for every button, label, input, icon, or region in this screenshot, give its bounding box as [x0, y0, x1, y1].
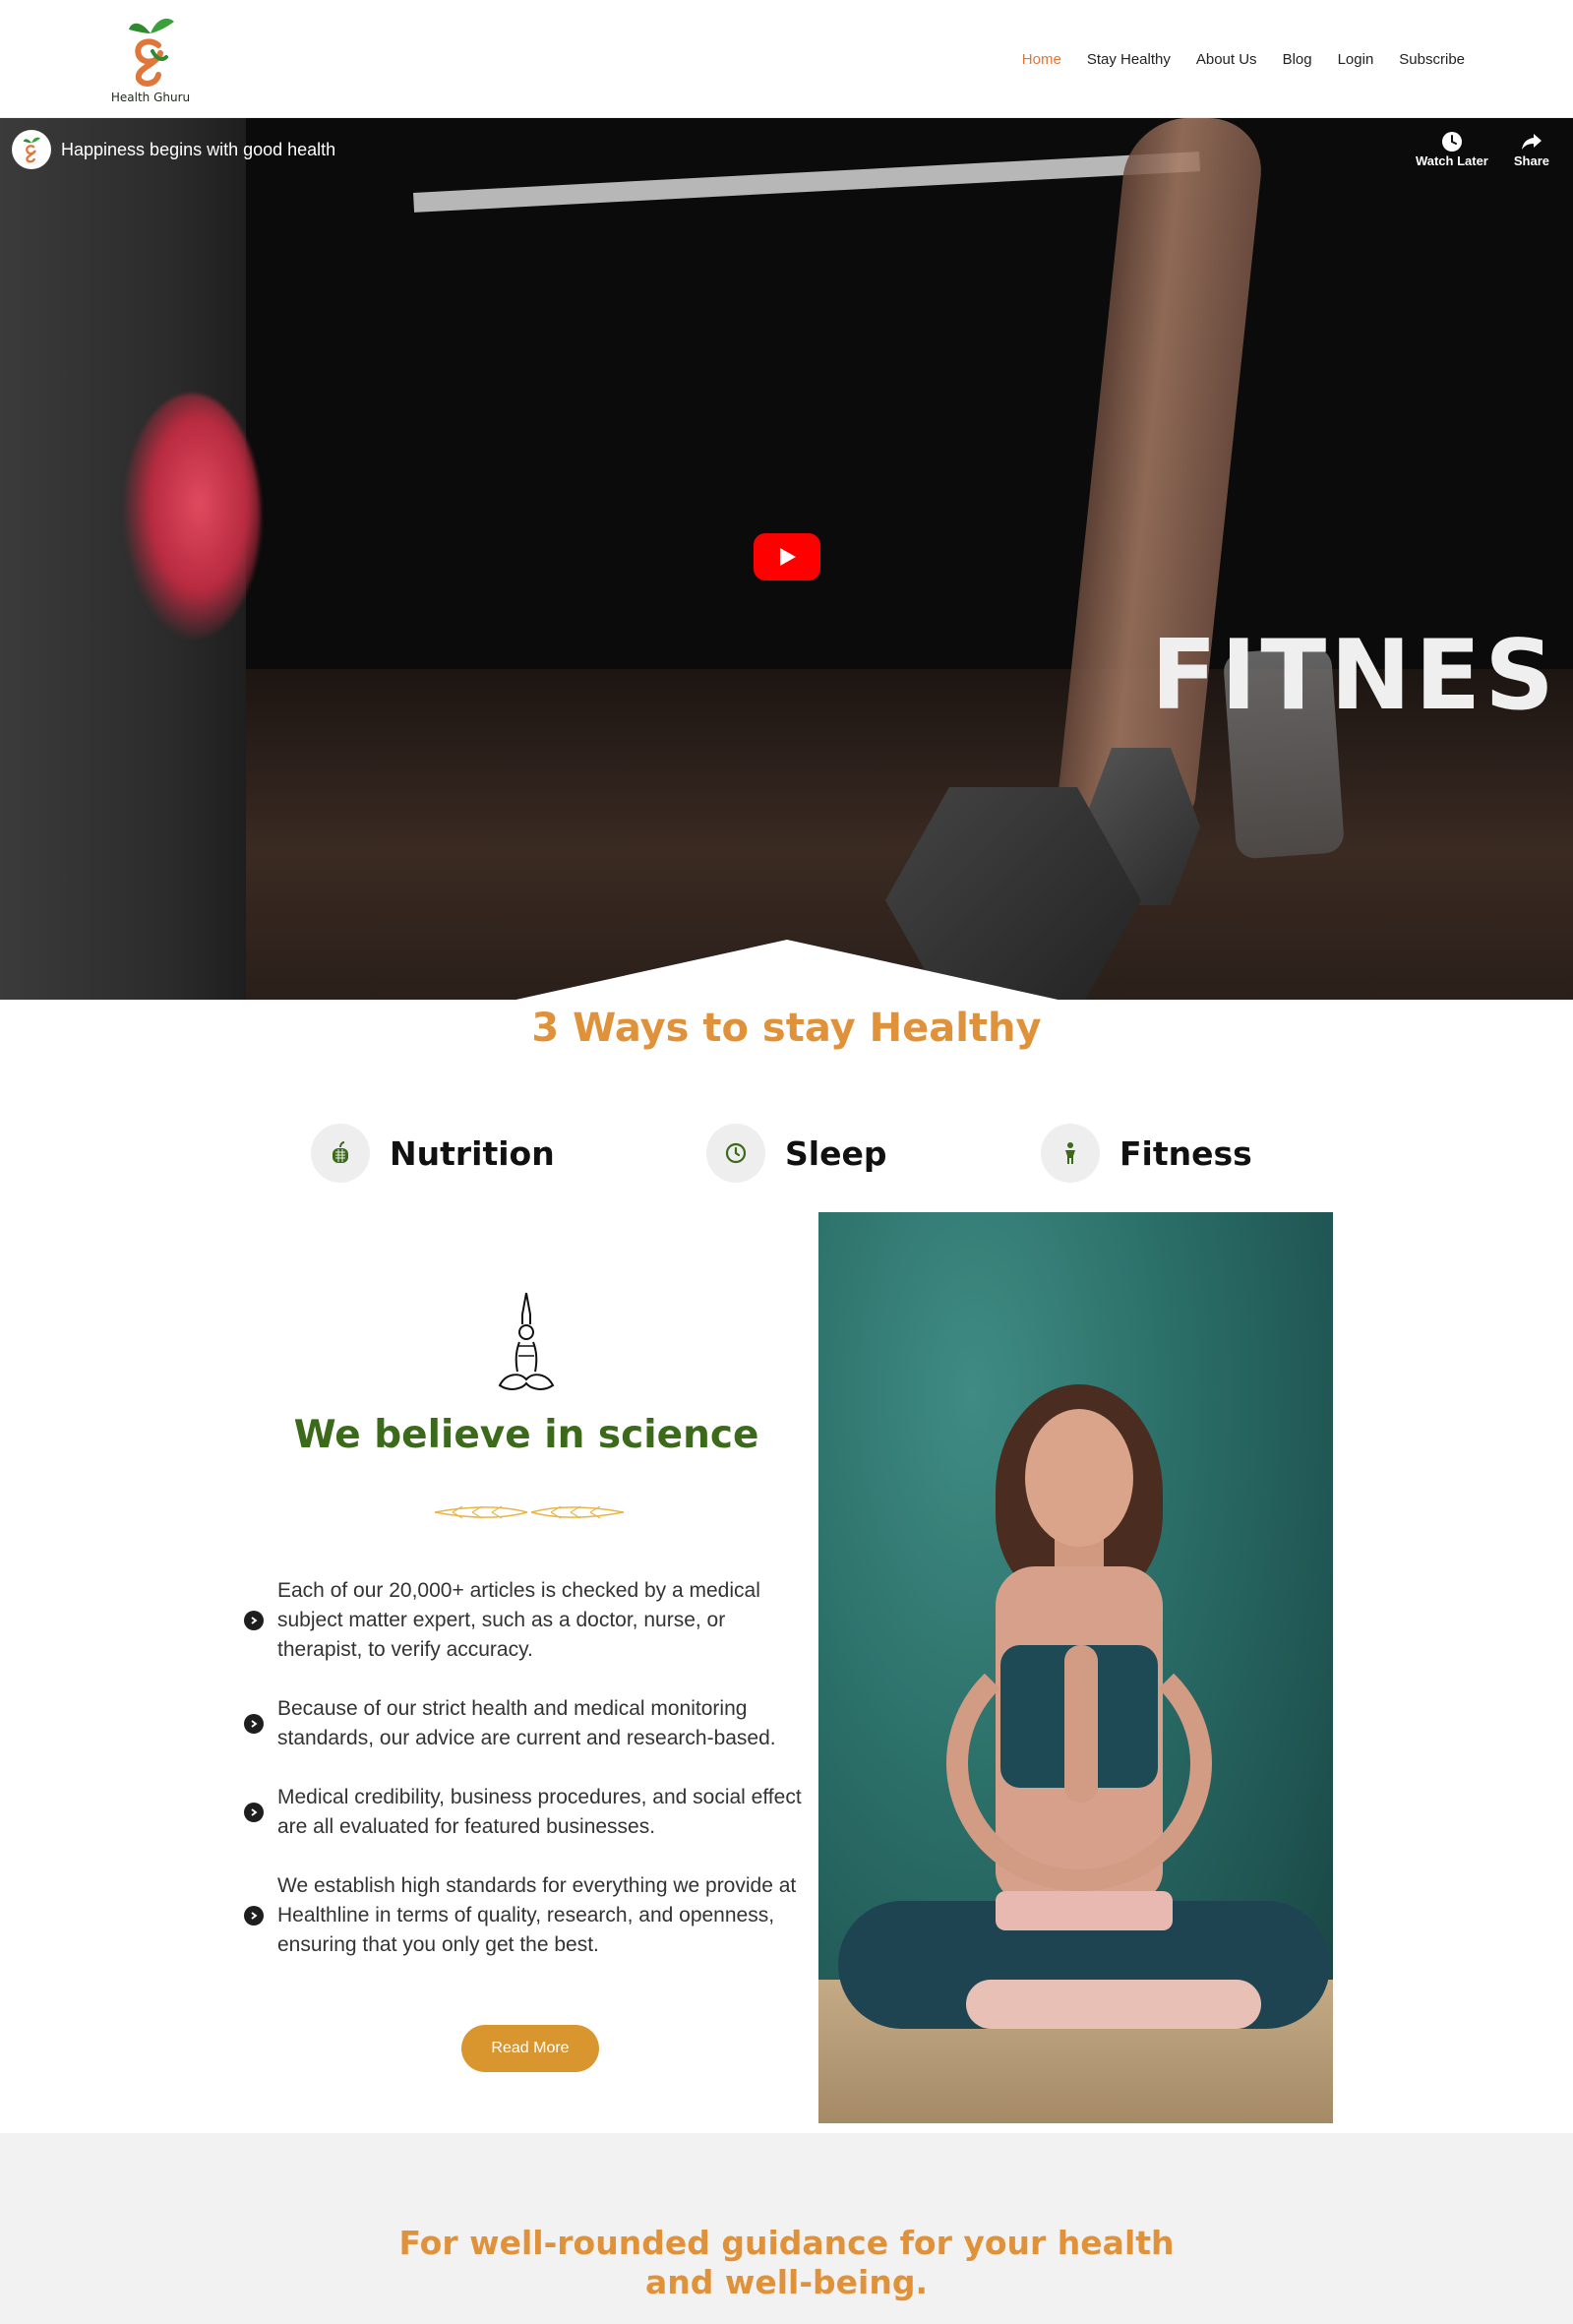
chevron-right-icon — [244, 1906, 264, 1926]
apple-icon — [333, 1141, 348, 1163]
yoga-head — [1025, 1409, 1133, 1547]
video-bg-flower — [123, 394, 261, 640]
list-item: Medical credibility, business procedures… — [244, 1783, 805, 1842]
logo-text: Health Ghuru — [110, 91, 191, 104]
watch-later-button[interactable]: Watch Later — [1416, 130, 1488, 168]
guidance-heading: For well-rounded guidance for your healt… — [0, 2224, 1573, 2302]
nav-stay-healthy[interactable]: Stay Healthy — [1087, 51, 1171, 68]
person-icon — [1065, 1142, 1075, 1164]
bullet-text: Each of our 20,000+ articles is checked … — [277, 1579, 760, 1661]
science-section: We believe in science Each of our 20,000… — [236, 1212, 1333, 2123]
list-item: We establish high standards for everythi… — [244, 1871, 805, 1960]
guidance-line-2: and well-being. — [644, 2263, 929, 2301]
logo-mark-icon — [129, 18, 174, 87]
nav-home[interactable]: Home — [1022, 51, 1061, 68]
way-label: Fitness — [1119, 1133, 1252, 1173]
bullet-text: Because of our strict health and medical… — [277, 1697, 776, 1749]
guidance-band: For well-rounded guidance for your healt… — [0, 2133, 1573, 2324]
ways-list: Nutrition Sleep Fitness — [0, 1124, 1573, 1183]
share-button[interactable]: Share — [1514, 130, 1549, 168]
play-icon — [780, 548, 796, 566]
list-item: Each of our 20,000+ articles is checked … — [244, 1576, 805, 1665]
video-actions: Watch Later Share — [1416, 130, 1549, 168]
way-label: Sleep — [785, 1133, 887, 1173]
nav-subscribe[interactable]: Subscribe — [1399, 51, 1465, 68]
video-bg-bar — [413, 152, 1200, 213]
way-sleep[interactable]: Sleep — [706, 1124, 886, 1183]
video-overlay-word: FITNES — [1151, 620, 1558, 732]
logo[interactable]: Health Ghuru — [106, 12, 195, 110]
chevron-right-icon — [244, 1714, 264, 1734]
chevron-right-icon — [244, 1803, 264, 1822]
ways-heading: 3 Ways to stay Healthy — [531, 1006, 1042, 1051]
yoga-image — [818, 1212, 1333, 2123]
meditation-icon — [498, 1292, 555, 1390]
clock-icon — [725, 1142, 747, 1164]
watch-later-label: Watch Later — [1415, 153, 1488, 168]
bullet-text: Medical credibility, business procedures… — [277, 1786, 802, 1838]
way-fitness[interactable]: Fitness — [1041, 1124, 1252, 1183]
yoga-socks — [966, 1980, 1261, 2029]
video-top-bar: Happiness begins with good health — [12, 130, 335, 169]
ornament-icon — [434, 1505, 625, 1519]
way-nutrition[interactable]: Nutrition — [311, 1124, 555, 1183]
nav-login[interactable]: Login — [1338, 51, 1374, 68]
channel-avatar[interactable] — [12, 130, 51, 169]
share-label: Share — [1513, 153, 1549, 168]
yoga-hands — [1064, 1645, 1098, 1803]
clock-icon — [1441, 132, 1462, 152]
yoga-waist — [996, 1891, 1173, 1930]
read-more-button[interactable]: Read More — [461, 2025, 599, 2072]
nav-about-us[interactable]: About Us — [1196, 51, 1257, 68]
list-item: Because of our strict health and medical… — [244, 1694, 805, 1753]
channel-logo-icon — [23, 137, 40, 163]
way-label: Nutrition — [390, 1133, 555, 1173]
sleep-icon-circle — [706, 1124, 765, 1183]
video-title[interactable]: Happiness begins with good health — [61, 140, 335, 160]
share-arrow-icon — [1521, 134, 1542, 150]
bullet-text: We establish high standards for everythi… — [277, 1874, 797, 1956]
science-heading: We believe in science — [293, 1413, 759, 1457]
site-header: Health Ghuru Home Stay Healthy About Us … — [0, 0, 1573, 118]
nav-blog[interactable]: Blog — [1283, 51, 1312, 68]
guidance-line-1: For well-rounded guidance for your healt… — [398, 2224, 1175, 2262]
main-nav: Home Stay Healthy About Us Blog Login Su… — [1022, 51, 1465, 68]
science-bullets: Each of our 20,000+ articles is checked … — [244, 1576, 805, 1989]
fitness-icon-circle — [1041, 1124, 1100, 1183]
nutrition-icon-circle — [311, 1124, 370, 1183]
video-embed[interactable]: FITNES Happiness begins with good health… — [0, 118, 1573, 1000]
play-button[interactable] — [754, 533, 820, 581]
chevron-right-icon — [244, 1611, 264, 1630]
